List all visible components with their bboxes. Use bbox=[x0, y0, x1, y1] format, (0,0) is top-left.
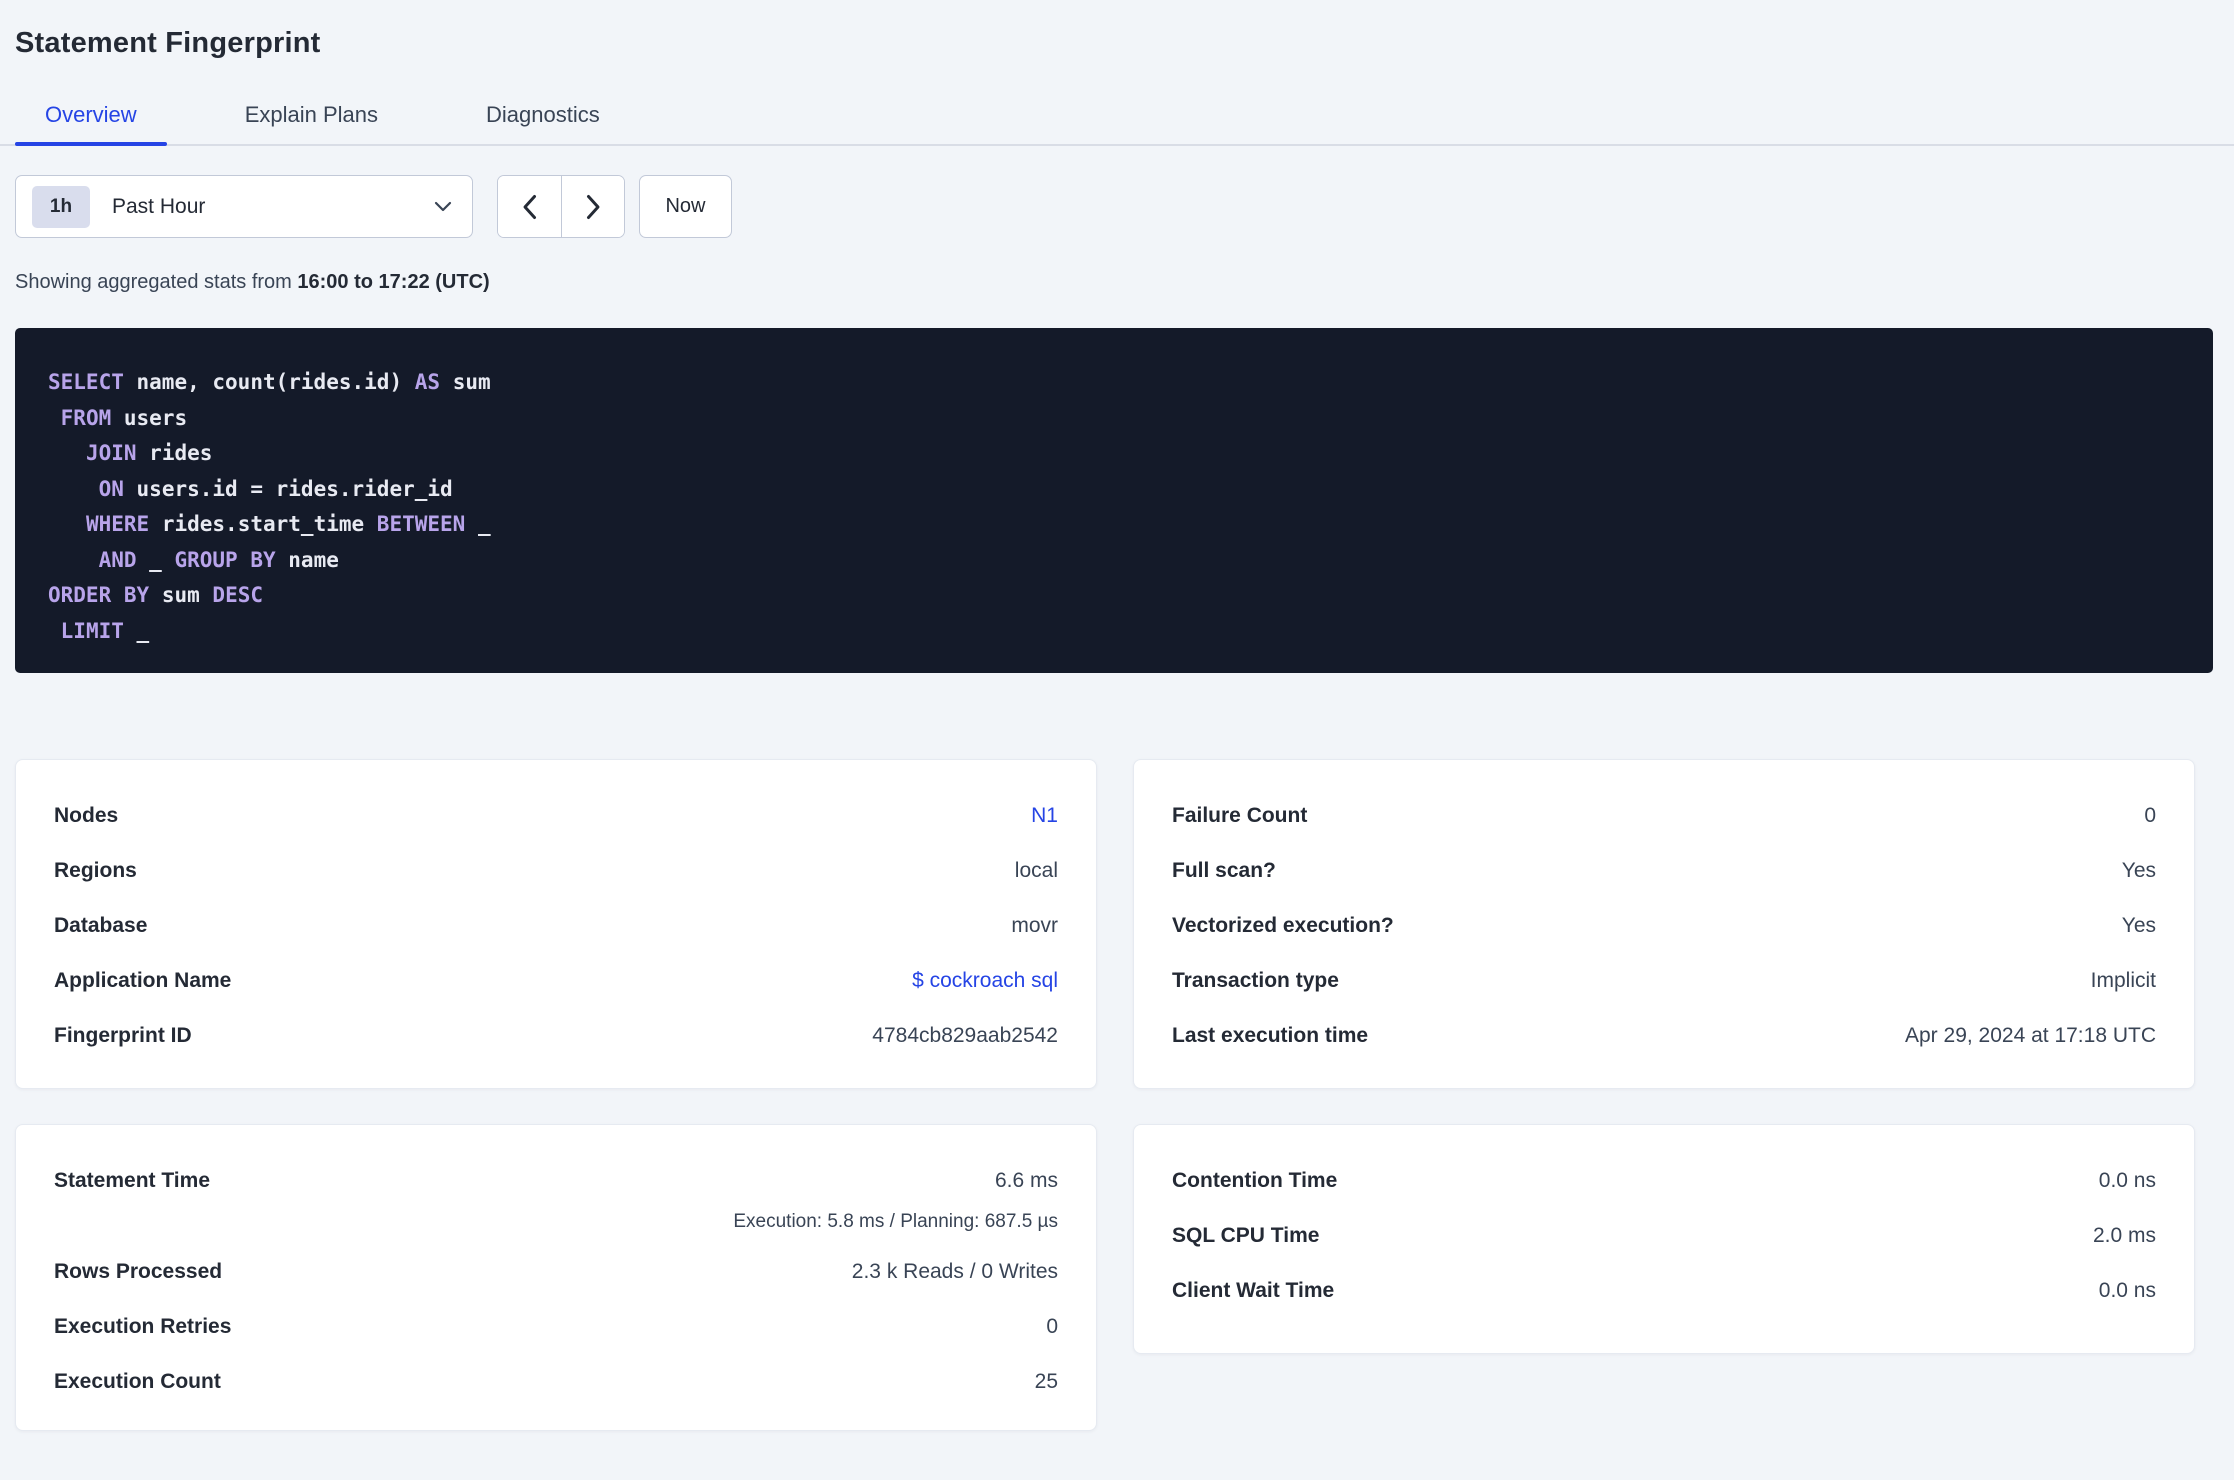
stat-value-secondary: Execution: 5.8 ms / Planning: 687.5 µs bbox=[733, 1211, 1058, 1232]
stat-label-database: Database bbox=[54, 913, 148, 937]
stat-row-last-execution-time: Last execution time Apr 29, 2024 at 17:18… bbox=[1172, 1008, 2156, 1063]
stat-label-statement-time: Statement Time bbox=[54, 1169, 210, 1192]
time-range-nav bbox=[497, 175, 625, 238]
stat-value-failure-count: 0 bbox=[2144, 803, 2156, 827]
execution-attributes-card: Failure Count 0 Full scan? Yes Vectorized ex… bbox=[1133, 759, 2195, 1089]
stat-value-execution-count: 25 bbox=[1034, 1369, 1058, 1393]
stat-value-application-name-link[interactable]: $ cockroach sql bbox=[912, 969, 1058, 993]
aggregated-stats-range: 16:00 to 17:22 (UTC) bbox=[297, 271, 490, 293]
stat-row-transaction-type: Transaction type Implicit bbox=[1172, 953, 2156, 1008]
stat-label-execution-retries: Execution Retries bbox=[54, 1314, 232, 1338]
aggregated-stats-prefix: Showing aggregated stats from bbox=[15, 271, 292, 293]
chevron-right-icon bbox=[586, 194, 599, 219]
sql-statement-box: SELECT name, count(rides.id) AS sum FROM… bbox=[15, 328, 2213, 673]
stat-value-database: movr bbox=[1011, 913, 1058, 937]
time-controls: 1h Past Hour Now bbox=[15, 175, 2234, 238]
time-range-badge: 1h bbox=[32, 185, 90, 228]
next-time-range-button[interactable] bbox=[561, 176, 624, 237]
stat-row-nodes: Nodes N1 bbox=[54, 788, 1058, 843]
stat-label-execution-count: Execution Count bbox=[54, 1369, 221, 1393]
chevron-left-icon bbox=[523, 194, 536, 219]
stat-row-statement-time: Statement Time 6.6 ms Execution: 5.8 ms / … bbox=[54, 1153, 1058, 1244]
stat-value-transaction-type: Implicit bbox=[2090, 968, 2156, 992]
stat-value-regions: local bbox=[1014, 858, 1058, 882]
stat-row-execution-count: Execution Count 25 bbox=[54, 1354, 1058, 1409]
statement-times-card: Statement Time 6.6 ms Execution: 5.8 ms / … bbox=[15, 1124, 1097, 1431]
page-title: Statement Fingerprint bbox=[15, 27, 321, 59]
stat-label-vectorized-execution: Vectorized execution? bbox=[1172, 913, 1394, 937]
stat-row-vectorized-execution: Vectorized execution? Yes bbox=[1172, 898, 2156, 953]
stat-value-statement-time: 6.6 ms Execution: 5.8 ms / Planning: 687.… bbox=[733, 1153, 1058, 1244]
stat-label-nodes: Nodes bbox=[54, 803, 119, 827]
stat-label-application-name: Application Name bbox=[54, 968, 232, 992]
stat-label-full-scan: Full scan? bbox=[1172, 858, 1276, 882]
stat-label-fingerprint-id: Fingerprint ID bbox=[54, 1023, 192, 1047]
stat-value-vectorized-execution: Yes bbox=[2121, 913, 2156, 937]
stat-label-contention-time: Contention Time bbox=[1172, 1168, 1338, 1192]
stat-value-rows-processed: 2.3 k Reads / 0 Writes bbox=[851, 1259, 1058, 1283]
stat-row-contention-time: Contention Time 0.0 ns bbox=[1172, 1153, 2156, 1208]
stat-row-client-wait-time: Client Wait Time 0.0 ns bbox=[1172, 1263, 2156, 1318]
stat-label-transaction-type: Transaction type bbox=[1172, 968, 1339, 992]
stat-value-sql-cpu-time: 2.0 ms bbox=[2092, 1223, 2156, 1247]
stat-value-execution-retries: 0 bbox=[1046, 1314, 1058, 1338]
stat-label-sql-cpu-time: SQL CPU Time bbox=[1172, 1223, 1320, 1247]
stat-value-full-scan: Yes bbox=[2121, 858, 2156, 882]
stat-row-application-name: Application Name $ cockroach sql bbox=[54, 953, 1058, 1008]
stat-row-full-scan: Full scan? Yes bbox=[1172, 843, 2156, 898]
stat-row-rows-processed: Rows Processed 2.3 k Reads / 0 Writes bbox=[54, 1244, 1058, 1299]
stat-row-failure-count: Failure Count 0 bbox=[1172, 788, 2156, 843]
tab-overview[interactable]: Overview bbox=[15, 92, 167, 146]
aggregated-stats-line: Showing aggregated stats from 16:00 to 1… bbox=[15, 271, 2234, 294]
stat-label-client-wait-time: Client Wait Time bbox=[1172, 1278, 1335, 1302]
stat-row-execution-retries: Execution Retries 0 bbox=[54, 1299, 1058, 1354]
stat-value-client-wait-time: 0.0 ns bbox=[2098, 1278, 2156, 1302]
statement-details-card: Nodes N1 Regions local Database movr Applicati… bbox=[15, 759, 1097, 1089]
tab-explain-plans[interactable]: Explain Plans bbox=[215, 92, 408, 144]
stat-row-regions: Regions local bbox=[54, 843, 1058, 898]
previous-time-range-button[interactable] bbox=[498, 176, 561, 237]
stat-value-nodes-link[interactable]: N1 bbox=[1031, 804, 1058, 828]
stat-label-failure-count: Failure Count bbox=[1172, 803, 1308, 827]
stat-row-fingerprint-id: Fingerprint ID 4784cb829aab2542 bbox=[54, 1008, 1058, 1063]
tabs-bar: Overview Explain Plans Diagnostics bbox=[0, 92, 2234, 146]
now-button[interactable]: Now bbox=[639, 175, 732, 238]
stat-value-last-execution-time: Apr 29, 2024 at 17:18 UTC bbox=[1905, 1023, 2156, 1047]
stat-label-regions: Regions bbox=[54, 858, 137, 882]
stat-value-contention-time: 0.0 ns bbox=[2098, 1168, 2156, 1192]
time-range-select[interactable]: 1h Past Hour bbox=[15, 175, 473, 238]
stat-value-fingerprint-id: 4784cb829aab2542 bbox=[872, 1023, 1058, 1047]
resource-times-card: Contention Time 0.0 ns SQL CPU Time 2.0 ms C… bbox=[1133, 1124, 2195, 1354]
chevron-down-icon bbox=[434, 201, 452, 212]
time-range-label: Past Hour bbox=[112, 194, 206, 218]
stat-row-sql-cpu-time: SQL CPU Time 2.0 ms bbox=[1172, 1208, 2156, 1263]
stat-label-last-execution-time: Last execution time bbox=[1172, 1023, 1369, 1047]
stat-value-main: 6.6 ms bbox=[994, 1169, 1058, 1192]
stat-label-rows-processed: Rows Processed bbox=[54, 1259, 223, 1283]
stat-row-database: Database movr bbox=[54, 898, 1058, 953]
tab-diagnostics[interactable]: Diagnostics bbox=[456, 92, 630, 144]
